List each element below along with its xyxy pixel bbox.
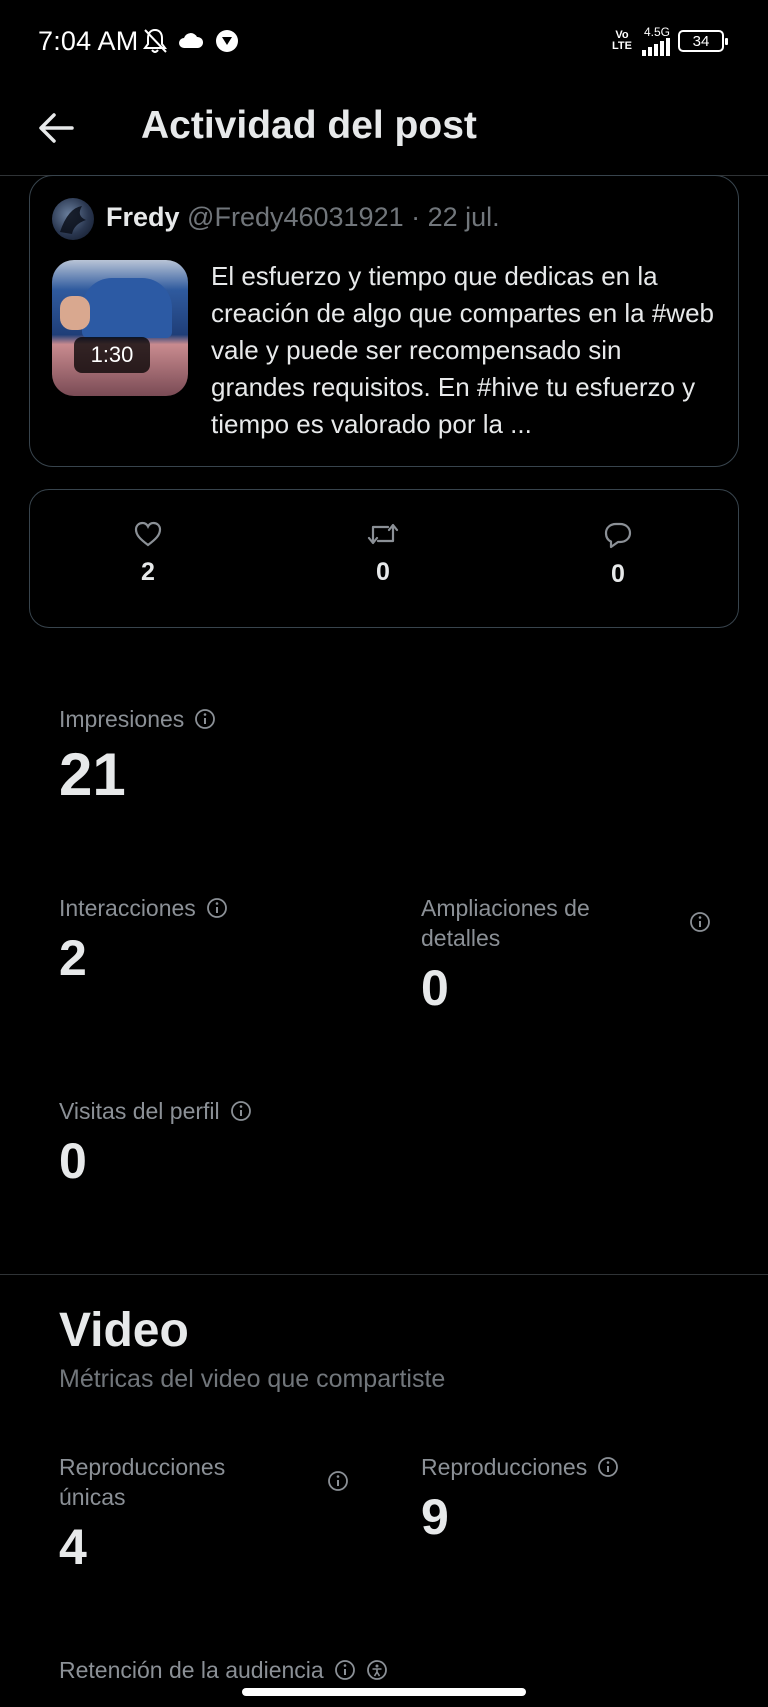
video-thumbnail[interactable]: 1:30 [52, 260, 188, 396]
info-icon[interactable] [597, 1456, 619, 1478]
tweet-text: El esfuerzo y tiempo que dedicas en la c… [211, 261, 714, 439]
battery-indicator: 34 [678, 30, 728, 52]
cloud-icon [178, 26, 204, 56]
tweet-date: · 22 jul. [411, 202, 500, 232]
avatar [52, 198, 94, 240]
plays-metric: Reproducciones 9 [421, 1452, 619, 1546]
impressions-value: 21 [59, 741, 126, 808]
reposts-count: 0 [376, 558, 390, 586]
reposts-stat: 0 [343, 520, 423, 587]
tweet-author-row: Fredy @Fredy46031921 · 22 jul. [106, 202, 500, 233]
volte-indicator: Vo LTE [612, 29, 632, 52]
profile-visits-value: 0 [59, 1133, 87, 1189]
impressions-metric: Impresiones 21 [59, 704, 216, 809]
app-header: Actividad del post [0, 88, 768, 176]
impressions-label: Impresiones [59, 706, 185, 732]
detail-expands-metric: Ampliaciones de detalles 0 [421, 893, 711, 1017]
profile-visits-label: Visitas del perfil [59, 1098, 220, 1124]
detail-expands-label: Ampliaciones de detalles [421, 895, 590, 951]
status-time: 7:04 AM [38, 26, 139, 56]
home-indicator[interactable] [242, 1688, 526, 1696]
replies-stat: 0 [578, 520, 658, 589]
unique-plays-label: Reproducciones únicas [59, 1454, 226, 1510]
info-icon[interactable] [327, 1470, 349, 1492]
detail-expands-value: 0 [421, 960, 449, 1016]
likes-count: 2 [141, 558, 155, 586]
interactions-value: 2 [59, 930, 87, 986]
retention-label: Retención de la audiencia [59, 1657, 324, 1681]
arrow-left-icon [39, 113, 74, 143]
repost-icon [367, 523, 399, 545]
likes-stat: 2 [108, 520, 188, 587]
video-section-title: Video [59, 1304, 189, 1357]
info-icon[interactable] [334, 1659, 356, 1681]
retention-metric: Retención de la audiencia [59, 1655, 388, 1681]
profile-visits-metric: Visitas del perfil 0 [59, 1096, 252, 1190]
heart-icon [134, 521, 162, 547]
author-name: Fredy [106, 202, 180, 232]
signal-indicator: 4.5G [640, 26, 670, 56]
video-duration: 1:30 [74, 337, 150, 373]
plays-value: 9 [421, 1489, 449, 1545]
engagement-card: 2 0 0 [29, 489, 739, 628]
signal-bars-icon [642, 38, 670, 56]
page-title: Actividad del post [141, 104, 477, 147]
status-bar: 7:04 AM Vo LTE 4.5G 34 [0, 0, 768, 88]
interactions-label: Interacciones [59, 895, 196, 921]
accessibility-icon[interactable] [366, 1659, 388, 1681]
info-icon[interactable] [230, 1100, 252, 1122]
bell-off-icon [142, 26, 168, 56]
interactions-metric: Interacciones 2 [59, 893, 228, 987]
unique-plays-metric: Reproducciones únicas 4 [59, 1452, 349, 1576]
info-icon[interactable] [206, 897, 228, 919]
tweet-card[interactable]: Fredy @Fredy46031921 · 22 jul. 1:30 El e… [29, 175, 739, 467]
replies-count: 0 [611, 560, 625, 588]
video-section-subtitle: Métricas del video que compartiste [59, 1365, 446, 1393]
app-notification-icon [214, 26, 240, 56]
info-icon[interactable] [194, 708, 216, 730]
plays-label: Reproducciones [421, 1454, 588, 1480]
status-right: Vo LTE 4.5G 34 [612, 26, 728, 56]
author-handle: @Fredy46031921 [187, 202, 404, 232]
back-button[interactable] [30, 102, 82, 154]
info-icon[interactable] [689, 911, 711, 933]
section-divider [0, 1274, 768, 1275]
reply-icon [604, 522, 632, 549]
unique-plays-value: 4 [59, 1519, 87, 1575]
